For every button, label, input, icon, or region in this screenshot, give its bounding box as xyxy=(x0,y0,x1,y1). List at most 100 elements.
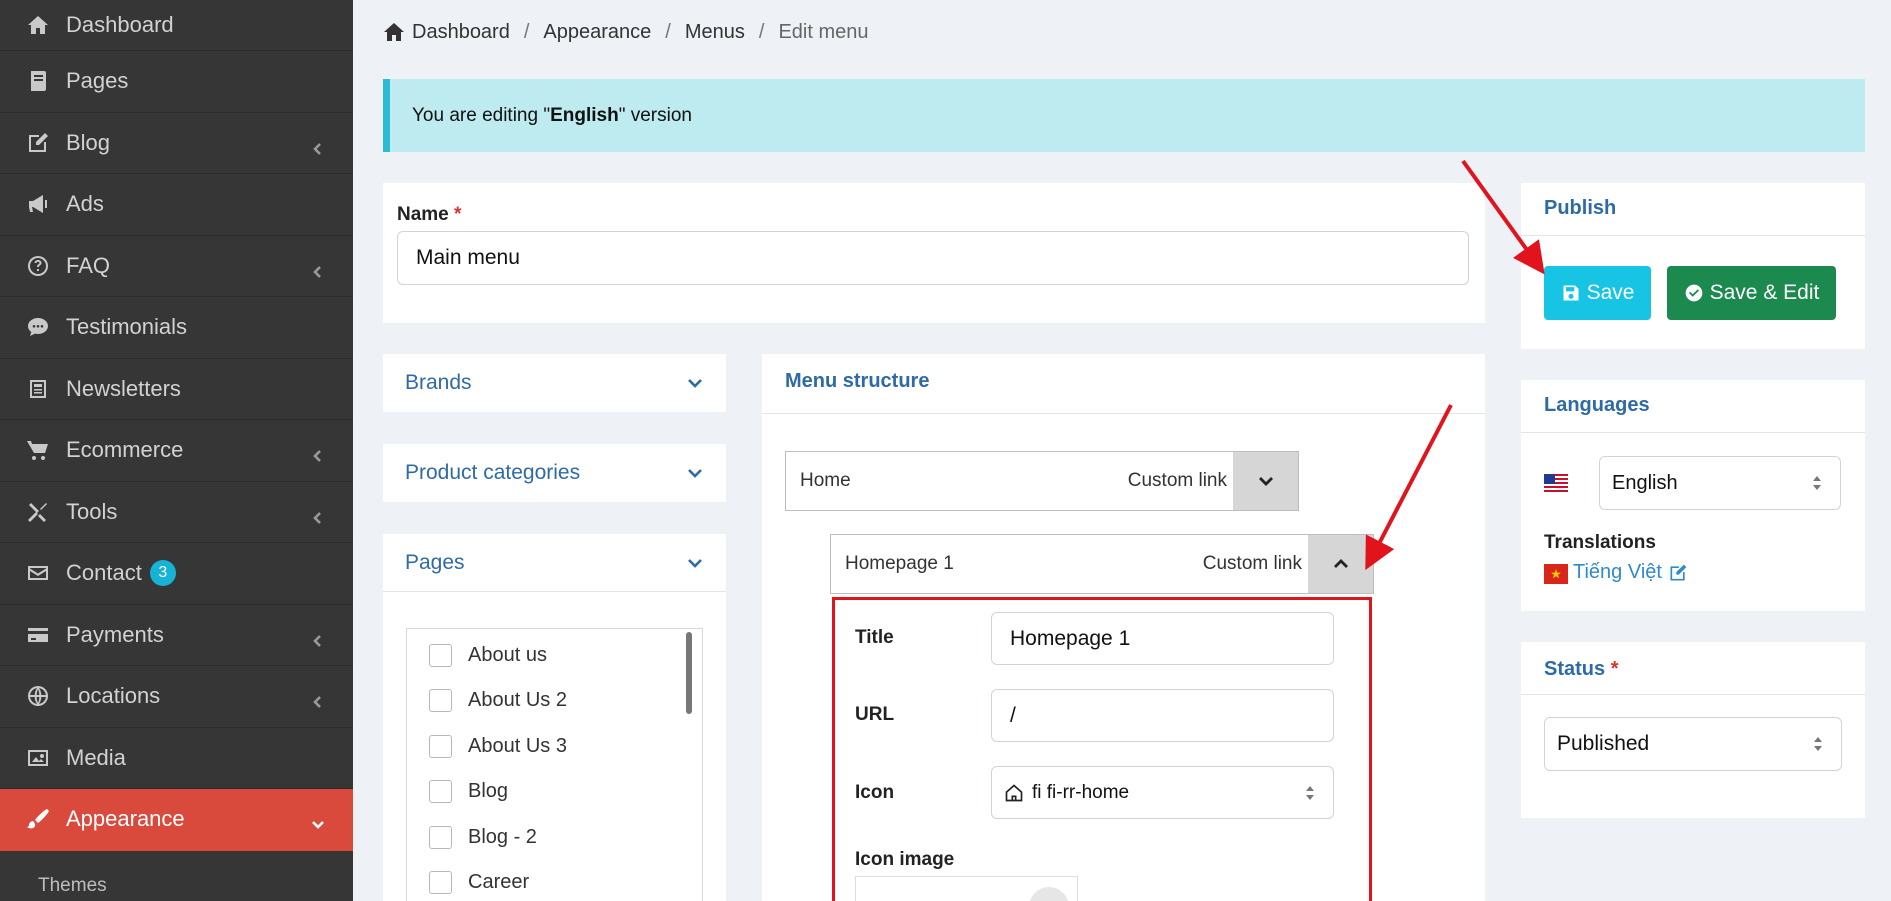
sidebar-subitem-themes[interactable]: Themes xyxy=(0,851,353,901)
sidebar-item-pages[interactable]: Pages xyxy=(0,51,353,113)
sidebar-item-label: Blog xyxy=(66,129,111,155)
chevron-left-icon xyxy=(311,505,325,524)
breadcrumb-dashboard[interactable]: Dashboard xyxy=(412,21,510,44)
translations-label: Translations xyxy=(1544,532,1656,553)
chevron-down-icon xyxy=(688,469,702,478)
home-icon xyxy=(384,23,404,41)
url-input[interactable]: / xyxy=(991,689,1334,742)
menu-item-homepage-1[interactable]: Homepage 1 Custom link xyxy=(830,534,1374,594)
icon-select[interactable]: fi fi-rr-home xyxy=(991,766,1334,819)
scrollbar[interactable] xyxy=(686,632,692,714)
question-icon xyxy=(26,254,50,278)
chevron-down-icon xyxy=(688,379,702,388)
menu-item-edit-form: Title Homepage 1 URL / Icon fi fi-rr-hom… xyxy=(832,597,1372,901)
product-categories-accordion[interactable]: Product categories xyxy=(383,444,726,502)
save-button[interactable]: Save xyxy=(1544,266,1651,320)
sidebar-item-appearance[interactable]: Appearance xyxy=(0,789,353,851)
tools-icon xyxy=(26,500,50,524)
page-label: Blog xyxy=(468,780,509,802)
sidebar-item-tools[interactable]: Tools xyxy=(0,482,353,543)
menu-structure-title: Menu structure xyxy=(785,370,930,392)
list-item[interactable]: Blog xyxy=(429,780,508,803)
sidebar-item-faq[interactable]: FAQ xyxy=(0,236,353,297)
chevron-left-icon xyxy=(311,259,325,278)
select-arrows-icon xyxy=(1812,474,1822,492)
checkbox[interactable] xyxy=(429,735,452,758)
alert-prefix: You are editing " xyxy=(412,104,551,126)
url-label: URL xyxy=(855,704,895,725)
sidebar-item-label: Payments xyxy=(66,621,164,647)
menu-item-home[interactable]: Home Custom link xyxy=(785,451,1299,511)
title-input-value: Homepage 1 xyxy=(1010,626,1131,650)
cart-icon xyxy=(26,438,50,462)
expand-toggle[interactable] xyxy=(1233,452,1298,510)
checkbox[interactable] xyxy=(429,826,452,849)
sidebar-item-dashboard[interactable]: Dashboard xyxy=(0,0,353,51)
collapse-toggle[interactable] xyxy=(1308,535,1373,593)
us-flag-icon xyxy=(1544,474,1568,494)
sidebar-item-ecommerce[interactable]: Ecommerce xyxy=(0,420,353,482)
remove-image-icon[interactable] xyxy=(1029,887,1069,901)
required-mark: * xyxy=(454,204,462,225)
checkbox[interactable] xyxy=(429,689,452,712)
checkbox[interactable] xyxy=(429,644,452,667)
divider xyxy=(1521,694,1865,695)
pages-checklist: About us About Us 2 About Us 3 Blog Blog… xyxy=(406,628,703,901)
brands-accordion-label: Brands xyxy=(405,371,472,394)
language-select[interactable]: English xyxy=(1599,456,1841,510)
bullhorn-icon xyxy=(26,192,50,216)
list-item[interactable]: Blog - 2 xyxy=(429,826,537,849)
sidebar-item-label: Ads xyxy=(66,191,104,217)
envelope-icon xyxy=(26,561,50,585)
breadcrumb: Dashboard / Appearance / Menus / Edit me… xyxy=(382,20,869,44)
globe-icon xyxy=(26,684,50,708)
icon-image-preview[interactable] xyxy=(855,876,1078,901)
title-label: Title xyxy=(855,627,894,648)
brands-accordion[interactable]: Brands xyxy=(383,354,726,412)
save-and-edit-button-label: Save & Edit xyxy=(1709,281,1820,304)
list-item[interactable]: About Us 2 xyxy=(429,689,567,712)
chevron-up-icon xyxy=(1333,559,1348,568)
sidebar-item-blog[interactable]: Blog xyxy=(0,113,353,174)
sidebar-item-label: Appearance xyxy=(66,806,185,832)
chevron-down-icon xyxy=(311,812,325,830)
breadcrumb-menus[interactable]: Menus xyxy=(685,21,745,44)
vietnam-flag-icon xyxy=(1544,564,1568,584)
title-input[interactable]: Homepage 1 xyxy=(991,612,1334,665)
status-select[interactable]: Published xyxy=(1544,717,1842,771)
alert-suffix: " version xyxy=(618,104,692,126)
pages-accordion[interactable]: Pages xyxy=(383,534,726,592)
sidebar-item-label: Tools xyxy=(66,498,118,524)
menu-item-type: Custom link xyxy=(1127,470,1227,491)
icon-label: Icon xyxy=(855,782,895,803)
name-input-value: Main menu xyxy=(416,246,520,269)
divider xyxy=(762,413,1485,414)
sidebar-item-newsletters[interactable]: Newsletters xyxy=(0,359,353,420)
sidebar-item-ads[interactable]: Ads xyxy=(0,174,353,236)
list-item[interactable]: About us xyxy=(429,644,547,667)
breadcrumb-appearance[interactable]: Appearance xyxy=(543,21,651,44)
home-outline-icon xyxy=(1005,783,1023,801)
sidebar-item-testimonials[interactable]: Testimonials xyxy=(0,297,353,359)
edit-icon xyxy=(1670,564,1687,580)
sidebar-item-locations[interactable]: Locations xyxy=(0,666,353,728)
sidebar-item-payments[interactable]: Payments xyxy=(0,605,353,666)
list-item[interactable]: Career xyxy=(429,871,529,894)
breadcrumb-separator: / xyxy=(523,20,530,43)
languages-title: Languages xyxy=(1544,394,1650,416)
sidebar-item-contact[interactable]: Contact 3 xyxy=(0,543,353,605)
chevron-down-icon xyxy=(1258,477,1273,486)
sidebar-item-label: Newsletters xyxy=(66,375,181,401)
name-input[interactable]: Main menu xyxy=(397,231,1469,285)
sidebar: Dashboard Pages Blog Ads FAQ Testimonial… xyxy=(0,0,353,901)
save-and-edit-button[interactable]: Save & Edit xyxy=(1667,266,1836,320)
language-select-value: English xyxy=(1612,471,1678,494)
checkbox[interactable] xyxy=(429,780,452,803)
sidebar-item-media[interactable]: Media xyxy=(0,728,353,789)
divider xyxy=(1521,235,1865,236)
list-item[interactable]: About Us 3 xyxy=(429,735,567,758)
checkbox[interactable] xyxy=(429,871,452,894)
alert-language: English xyxy=(550,104,619,126)
publish-title: Publish xyxy=(1544,197,1617,219)
translation-link-vietnamese[interactable]: Tiếng Việt xyxy=(1573,561,1688,584)
